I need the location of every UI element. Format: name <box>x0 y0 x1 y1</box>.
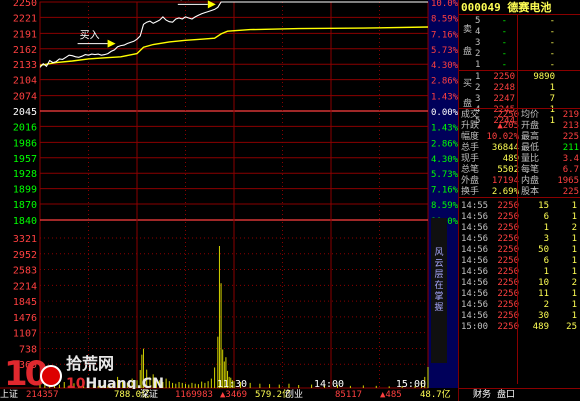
status-item: 深证 <box>140 390 159 400</box>
sell-box-label: 盘 <box>463 47 473 57</box>
status-item: 214357 <box>26 390 59 400</box>
price-tick-label: 1899 <box>13 185 37 196</box>
price-tick-label: 2074 <box>13 92 37 103</box>
volume-tick-label: 3321 <box>13 234 37 245</box>
price-tick-label: 1928 <box>13 169 37 180</box>
side-tab-char: 云 <box>434 259 444 269</box>
price-tick-label: 2045 <box>13 107 37 118</box>
panel-tab[interactable]: 盘口 <box>497 389 515 401</box>
trade-volume: 489 <box>532 322 549 332</box>
price-tick-label: 2221 <box>13 13 37 24</box>
status-item: 上证 <box>0 390 19 400</box>
pct-tick-label: 8.59% <box>431 201 459 211</box>
pct-tick-label: 5.73% <box>431 170 459 180</box>
pct-tick-label: 4.30% <box>431 155 459 165</box>
price-tick-label: 2133 <box>13 60 37 71</box>
status-item: 1169983 <box>175 390 213 400</box>
stock-title[interactable]: 000049 德赛电池 <box>461 1 579 14</box>
status-item: 48.7亿 <box>420 390 451 400</box>
price-tick-label: 1870 <box>13 200 37 211</box>
trade-price: 2250 <box>497 322 519 332</box>
price-tick-label: 1957 <box>13 154 37 165</box>
side-tab-char: 掌 <box>434 292 444 302</box>
side-vertical-tab[interactable]: 风云层在掌握 <box>431 218 447 363</box>
pct-tick-label: 8.59% <box>431 14 459 24</box>
sell-side-label: 卖 <box>463 25 473 35</box>
pct-tick-label: 10.0% <box>431 0 459 9</box>
status-item: ▲485 <box>380 390 402 400</box>
quote-panel: 000049 德赛电池 卖盘 5- -4- -3- -2- -1- - 买盘 1 2250 9890… <box>458 0 580 401</box>
index-status-bar: 上证 214357 788.0亿 深证 1169983 ▲3469 579.2亿 创业 8511… <box>0 389 458 401</box>
logo-dot-icon <box>40 365 62 387</box>
status-item: 85117 <box>335 390 363 400</box>
pct-tick-label: 0.00% <box>431 108 459 118</box>
volume-tick-label: 1845 <box>13 297 37 308</box>
price-tick-label: 1840 <box>13 216 37 227</box>
pct-tick-label: 7.16% <box>431 186 459 196</box>
status-item: 创业 <box>285 390 304 400</box>
panel-tab[interactable]: 财务 <box>473 389 491 401</box>
volume-tick-label: 2952 <box>13 250 37 261</box>
buy-side-label: 买 <box>463 79 473 89</box>
pct-tick-label: 5.73% <box>431 46 459 56</box>
side-tab-char: 在 <box>434 281 444 291</box>
volume-tick-label: 1107 <box>13 329 37 340</box>
volume-tick-label: 2583 <box>13 266 37 277</box>
pct-tick-label: 1.43% <box>431 123 459 133</box>
pct-tick-label: 2.86% <box>431 77 459 87</box>
pct-tick-label: 7.16% <box>431 30 459 40</box>
status-item: ▲3469 <box>220 390 248 400</box>
price-tick-label: 2250 <box>13 0 37 9</box>
volume-tick-label: 2214 <box>13 281 37 292</box>
side-tab-char: 握 <box>434 303 444 313</box>
price-tick-label: 2104 <box>13 76 37 87</box>
panel-divider-line <box>459 197 580 198</box>
price-tick-label: 2162 <box>13 45 37 56</box>
panel-column-divider <box>517 14 518 384</box>
pct-tick-label: 2.86% <box>431 139 459 149</box>
pct-tick-label: 1.43% <box>431 93 459 103</box>
trade-count: 25 <box>566 322 577 332</box>
volume-tick-label: 1476 <box>13 313 37 324</box>
logo-chinese-text: 拾荒网 <box>66 354 115 373</box>
price-tick-label: 2016 <box>13 122 37 133</box>
pct-tick-label: 4.30% <box>431 61 459 71</box>
price-tick-label: 1986 <box>13 138 37 149</box>
side-tab-char: 风 <box>434 248 444 258</box>
buy-mark-label: 买入 <box>80 30 100 42</box>
trade-time: 15:00 <box>461 322 489 332</box>
price-tick-label: 2191 <box>13 29 37 40</box>
side-tab-char: 层 <box>434 270 444 280</box>
buy-mark-label: 买入 <box>180 0 200 2</box>
